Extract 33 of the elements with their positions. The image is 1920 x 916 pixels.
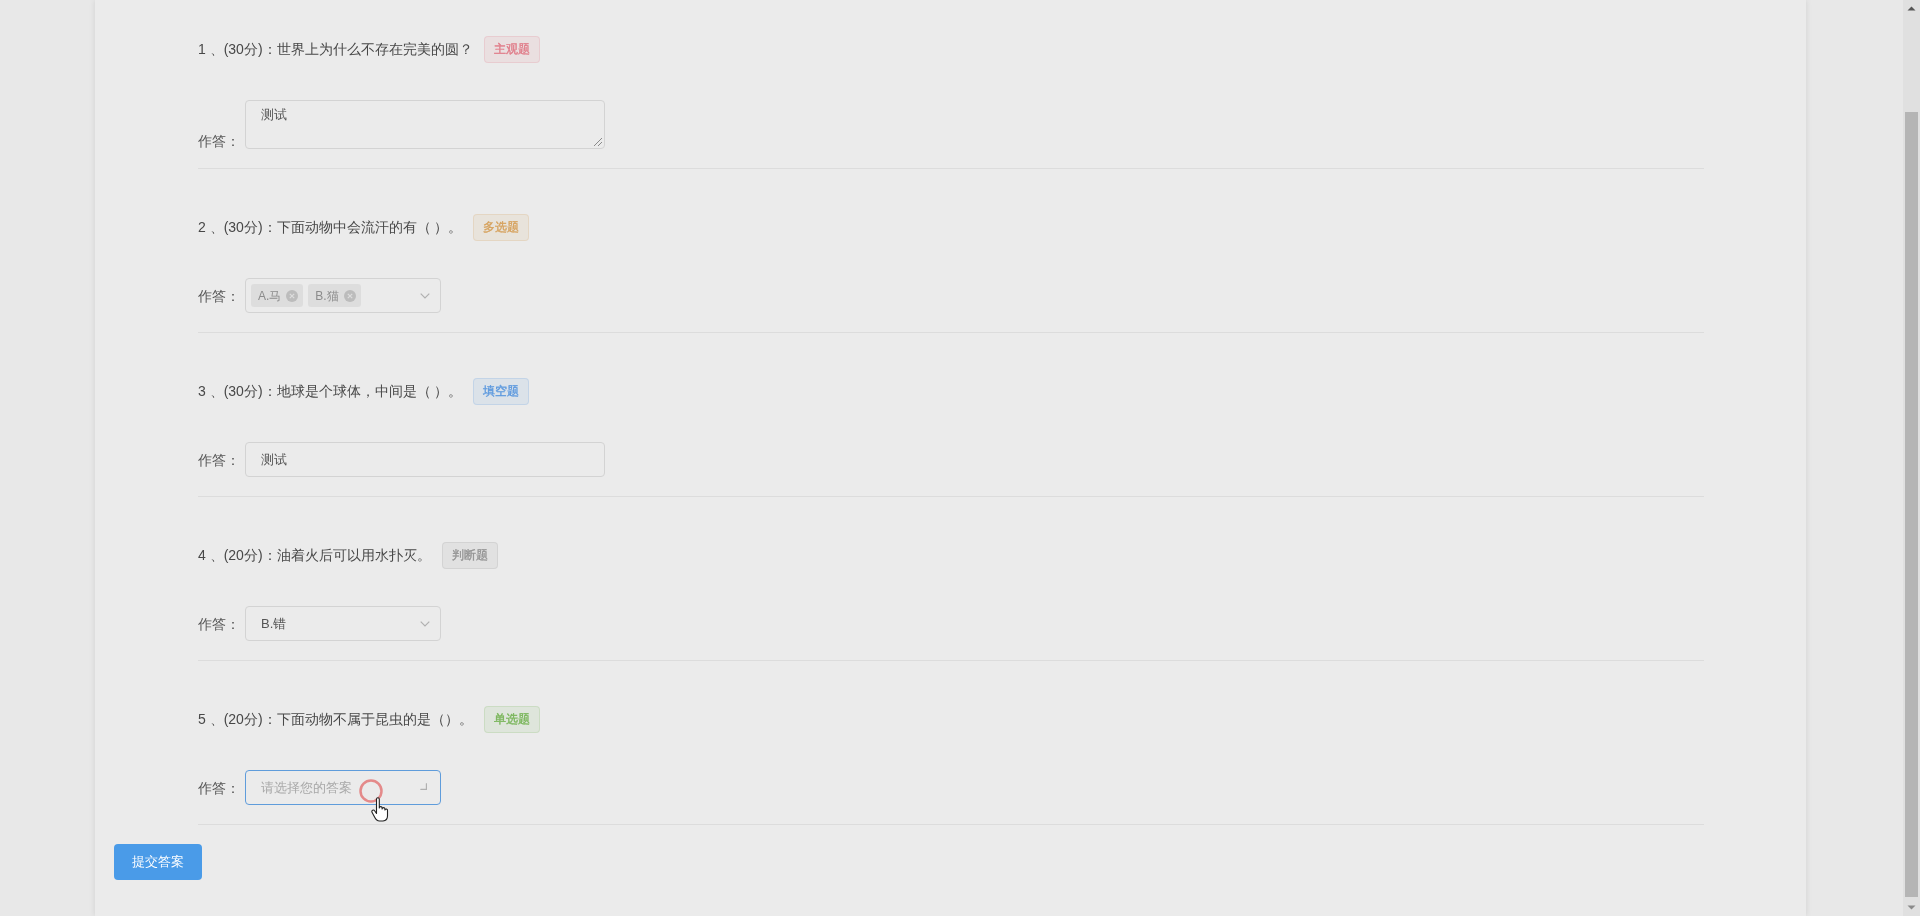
question-type-tag: 判断题 [441,542,498,569]
submit-answer-button[interactable]: 提交答案 [114,844,202,880]
click-ring-icon [359,779,383,803]
question-type-tag: 多选题 [473,214,530,241]
answer-select[interactable]: B.错 [245,606,441,641]
chevron-down-icon[interactable] [420,292,430,299]
answer-textarea[interactable]: 测试 [245,100,605,149]
answer-input[interactable]: 测试 [245,442,605,477]
selected-option-chip[interactable]: B.猫 [308,284,361,307]
hand-pointer-icon [371,797,389,822]
scrollbar-thumb[interactable] [1905,112,1918,897]
question-title: 5 、(20分)：下面动物不属于昆虫的是（）。 [198,710,473,729]
question-title: 2 、(30分)：下面动物中会流汗的有（ ）。 [198,218,463,237]
select-placeholder: 请选择您的答案 [261,778,352,797]
question-title: 1 、(30分)：世界上为什么不存在完美的圆？ [198,40,473,59]
answer-select[interactable]: 请选择您的答案 [245,770,441,805]
answer-label: 作答： [198,133,241,149]
question-type-tag: 主观题 [483,36,540,63]
chevron-down-icon[interactable] [420,620,430,627]
answer-label: 作答： [198,615,241,632]
close-icon[interactable] [286,289,299,302]
question-type-tag: 填空题 [473,378,530,405]
answer-label: 作答： [198,779,241,796]
selected-option-chip[interactable]: A.马 [251,284,304,307]
answer-label: 作答： [198,287,241,304]
close-icon[interactable] [343,289,356,302]
answer-label: 作答： [198,451,241,468]
answer-multi-select[interactable]: A.马 B.猫 [245,278,441,313]
question-title: 3 、(30分)：地球是个球体，中间是（ ）。 [198,382,463,401]
resize-handle-icon[interactable] [594,138,602,146]
question-type-tag: 单选题 [483,706,540,733]
question-title: 4 、(20分)：油着火后可以用水扑灭。 [198,546,431,565]
selected-value: B.错 [261,614,287,633]
